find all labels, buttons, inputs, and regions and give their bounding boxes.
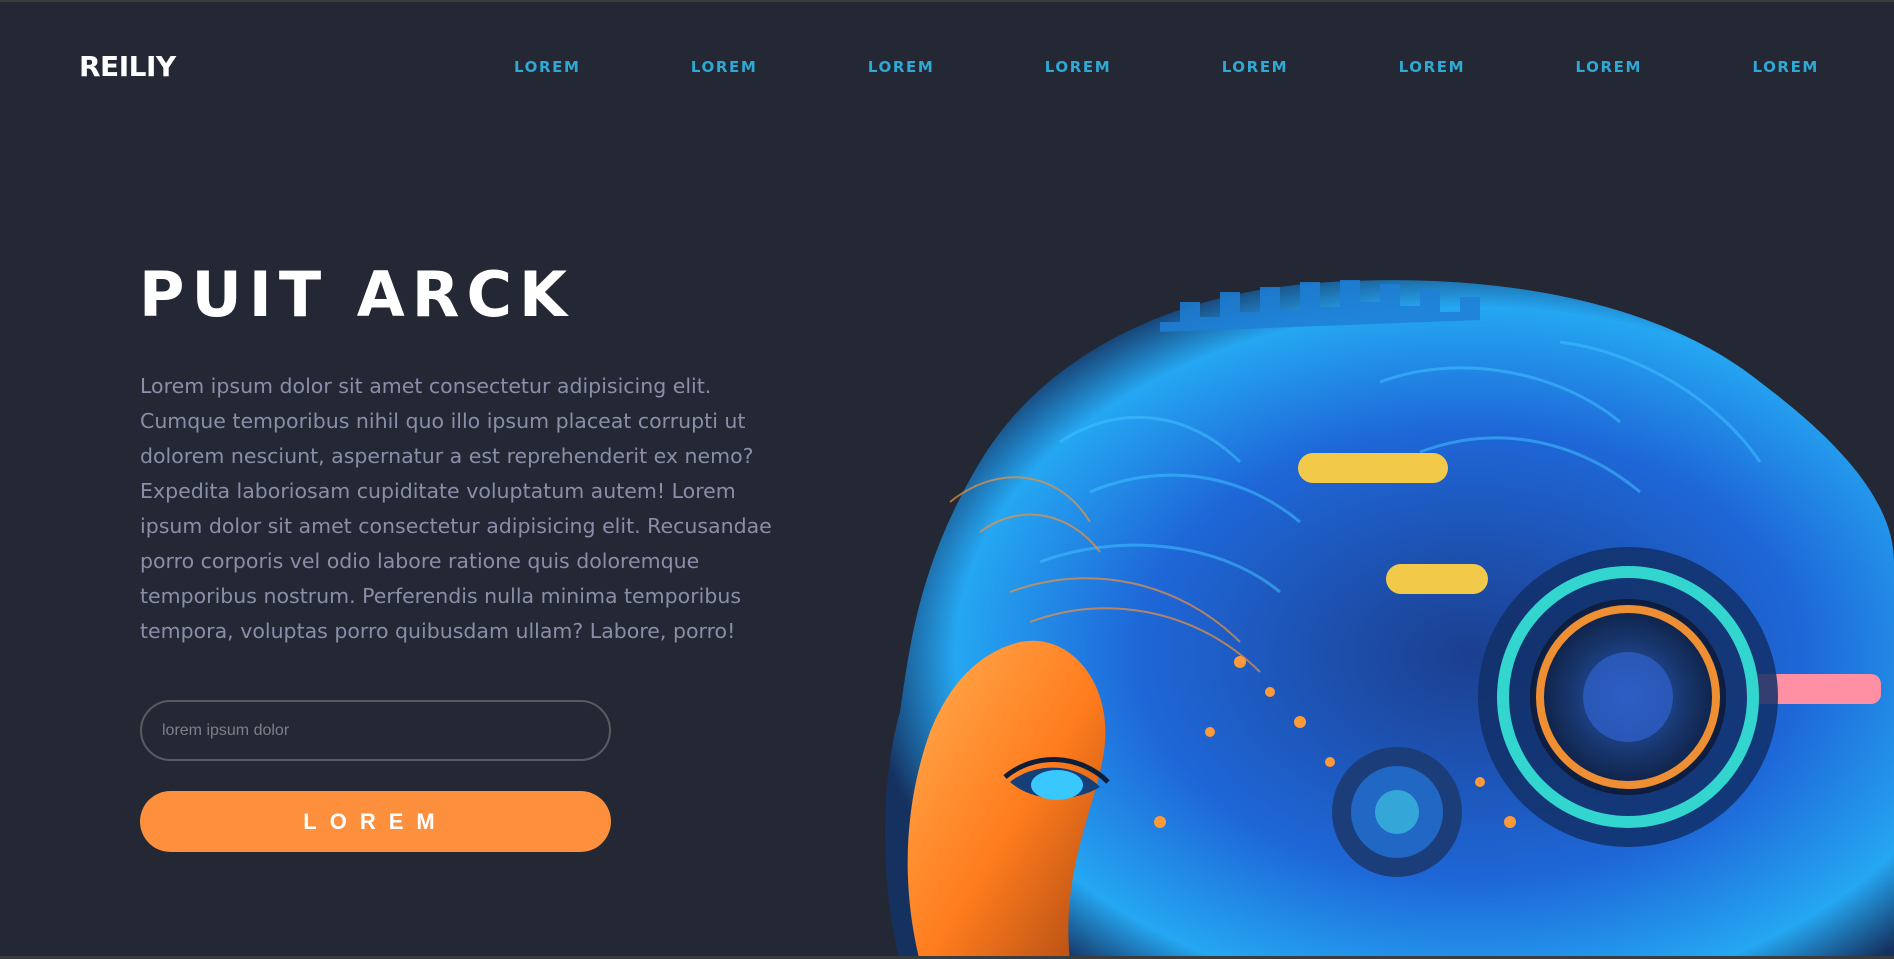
hero-cta-button[interactable]: LOREM [140,791,611,852]
hero-description: Lorem ipsum dolor sit amet consectetur a… [140,374,772,643]
nav-link-2[interactable]: LOREM [691,58,758,76]
landing-page: REILIY LOREM LOREM LOREM LOREM LOREM LOR… [0,0,1894,959]
brand-logo[interactable]: REILIY [79,50,176,83]
ai-head-illustration [885,280,1894,956]
nav-link-7[interactable]: LOREM [1576,58,1643,76]
nav-link-1[interactable]: LOREM [514,58,581,76]
nav-link-6[interactable]: LOREM [1399,58,1466,76]
nav-link-8[interactable]: LOREM [1752,58,1819,76]
top-nav: LOREM LOREM LOREM LOREM LOREM LOREM LORE… [514,58,1819,76]
hero-title: PUIT ARCK [139,258,574,331]
nav-link-4[interactable]: LOREM [1045,58,1112,76]
nav-link-3[interactable]: LOREM [868,58,935,76]
hero-text-input[interactable] [140,700,611,761]
nav-link-5[interactable]: LOREM [1222,58,1289,76]
